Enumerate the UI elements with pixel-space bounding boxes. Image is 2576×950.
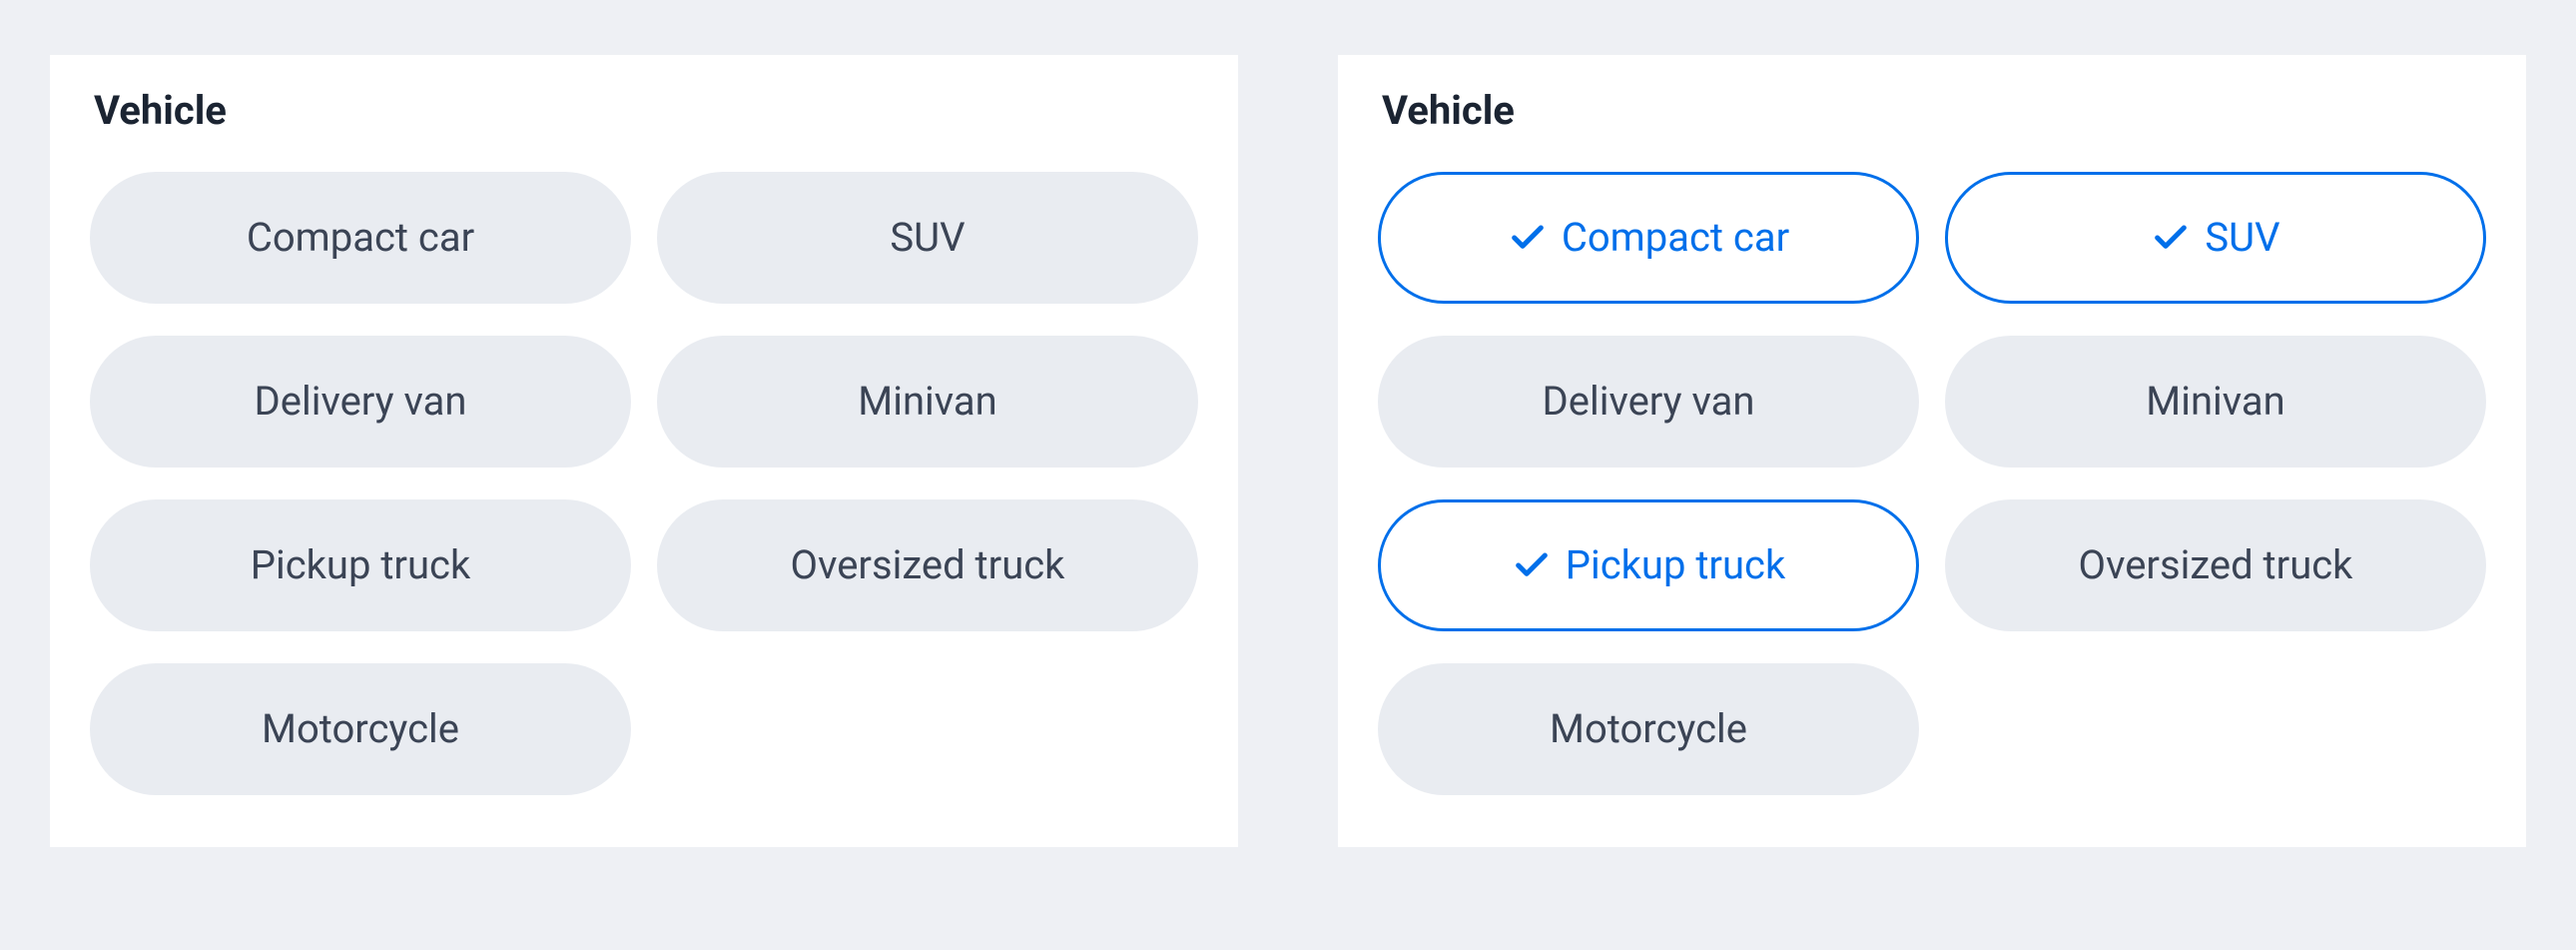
- chip-pickup-truck[interactable]: Pickup truck: [90, 499, 631, 631]
- chip-suv[interactable]: SUV: [657, 172, 1198, 304]
- chip-label: SUV: [2205, 218, 2279, 258]
- check-icon: [1508, 218, 1548, 258]
- chip-label: SUV: [890, 218, 965, 258]
- chip-motorcycle[interactable]: Motorcycle: [1378, 663, 1919, 795]
- chip-label: Delivery van: [255, 382, 467, 422]
- chip-label: Oversized truck: [2079, 545, 2353, 585]
- chip-minivan[interactable]: Minivan: [1945, 336, 2486, 468]
- chip-label: Motorcycle: [262, 709, 459, 749]
- chip-label: Oversized truck: [791, 545, 1065, 585]
- chip-motorcycle[interactable]: Motorcycle: [90, 663, 631, 795]
- chip-grid: Compact car SUV Delivery van Minivan Pic: [1378, 172, 2486, 795]
- chip-oversized-truck[interactable]: Oversized truck: [1945, 499, 2486, 631]
- chip-label: Compact car: [247, 218, 474, 258]
- chip-label: Minivan: [2146, 382, 2284, 422]
- panel-title: Vehicle: [94, 87, 1198, 134]
- chip-delivery-van[interactable]: Delivery van: [90, 336, 631, 468]
- chip-compact-car[interactable]: Compact car: [1378, 172, 1919, 304]
- chip-pickup-truck[interactable]: Pickup truck: [1378, 499, 1919, 631]
- panel-title: Vehicle: [1382, 87, 2486, 134]
- chip-label: Pickup truck: [251, 545, 471, 585]
- chip-minivan[interactable]: Minivan: [657, 336, 1198, 468]
- vehicle-panel-selected: Vehicle Compact car SUV Delivery van Min…: [1338, 55, 2526, 847]
- chip-label: Delivery van: [1543, 382, 1755, 422]
- chip-label: Compact car: [1562, 218, 1789, 258]
- chip-grid: Compact car SUV Delivery van Minivan Pic: [90, 172, 1198, 795]
- chip-oversized-truck[interactable]: Oversized truck: [657, 499, 1198, 631]
- chip-delivery-van[interactable]: Delivery van: [1378, 336, 1919, 468]
- chip-suv[interactable]: SUV: [1945, 172, 2486, 304]
- chip-compact-car[interactable]: Compact car: [90, 172, 631, 304]
- chip-label: Minivan: [858, 382, 996, 422]
- check-icon: [1512, 545, 1552, 585]
- chip-label: Pickup truck: [1566, 545, 1786, 585]
- check-icon: [2151, 218, 2191, 258]
- vehicle-panel-unselected: Vehicle Compact car SUV Delivery van Min…: [50, 55, 1238, 847]
- chip-label: Motorcycle: [1550, 709, 1747, 749]
